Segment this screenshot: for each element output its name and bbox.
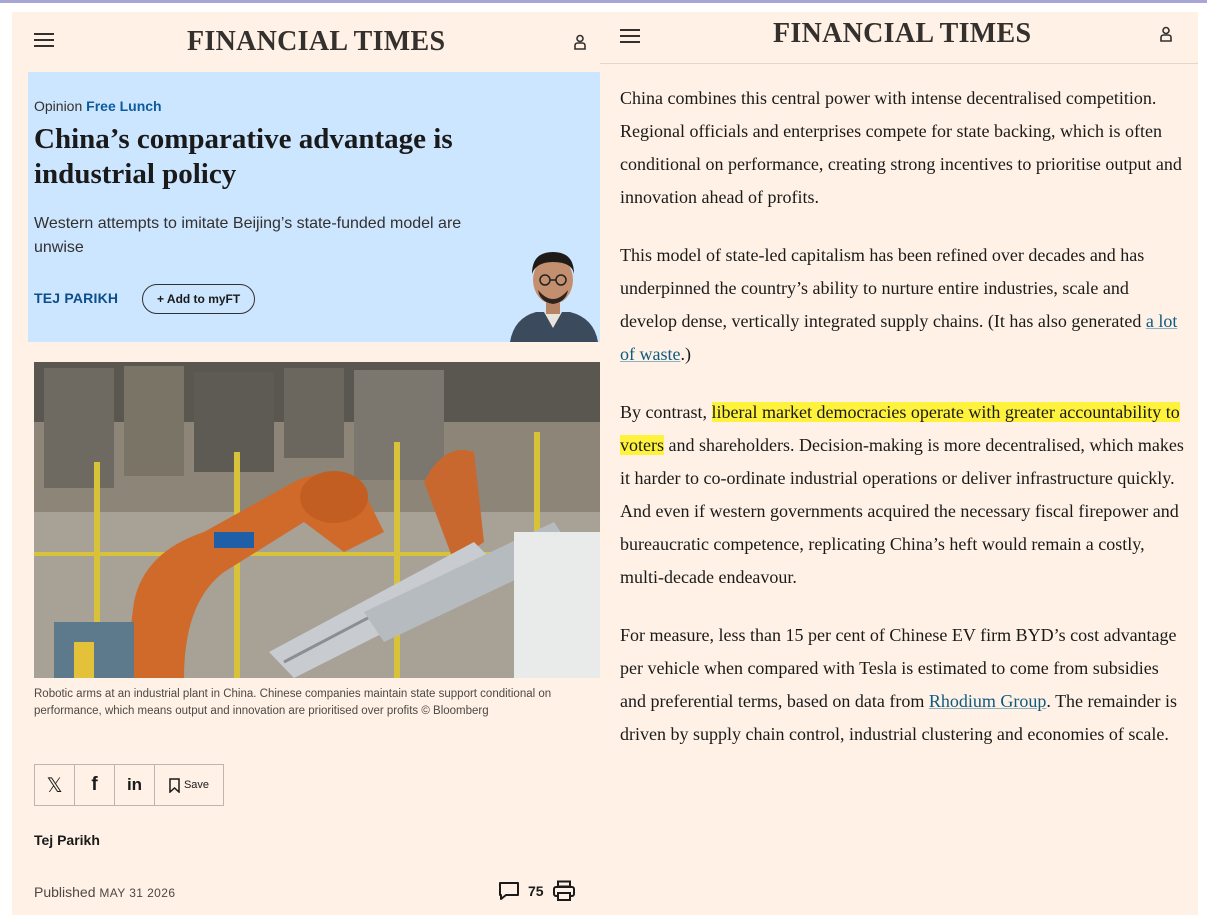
hamburger-menu-icon[interactable] [34, 32, 54, 48]
save-label: Save [183, 779, 210, 791]
ft-header-left: FINANCIAL TIMES [12, 12, 600, 72]
left-screenshot-pane: FINANCIAL TIMES Opinion Free Lunch China… [12, 12, 600, 915]
article-actions: 75 [498, 880, 576, 902]
bookmark-icon [169, 777, 180, 793]
published-date-value: MAY 31 2026 [99, 886, 176, 900]
paragraph-text: By contrast, [620, 402, 712, 422]
right-screenshot-pane: FINANCIAL TIMES China combines this cent… [600, 12, 1198, 915]
section-tag[interactable]: Opinion Free Lunch [34, 98, 162, 114]
article-body: China combines this central power with i… [620, 82, 1188, 776]
photo-caption: Robotic arms at an industrial plant in C… [34, 688, 552, 717]
print-icon[interactable] [552, 880, 576, 902]
article-paragraph: China combines this central power with i… [620, 88, 1182, 207]
section-label: Opinion [34, 98, 83, 114]
window-top-border [0, 0, 1207, 3]
author-link[interactable]: TEJ PARIKH [34, 290, 118, 306]
article-paragraph: For measure, less than 15 per cent of Ch… [620, 619, 1188, 751]
paragraph-text: and shareholders. Decision-making is mor… [620, 435, 1184, 587]
save-article-button[interactable]: Save [155, 765, 223, 805]
article-paragraph: This model of state-led capitalism has b… [620, 239, 1188, 371]
factory-robot-photo [34, 362, 600, 678]
share-toolbar: 𝕏 f in Save [34, 764, 224, 806]
paragraph-text: .) [680, 344, 691, 364]
user-account-icon[interactable] [574, 34, 586, 50]
article-standfirst: Western attempts to imitate Beijing’s st… [34, 215, 462, 256]
paragraph-text: This model of state-led capitalism has b… [620, 245, 1146, 331]
masthead-title[interactable]: FINANCIAL TIMES [773, 18, 1031, 50]
byline-author[interactable]: Tej Parikh [34, 832, 100, 848]
add-to-myft-button[interactable]: + Add to myFT [142, 284, 256, 314]
share-facebook-button[interactable]: f [75, 765, 115, 805]
share-linkedin-button[interactable]: in [115, 765, 155, 805]
article-paragraph: By contrast, liberal market democracies … [620, 396, 1188, 594]
masthead-title[interactable]: FINANCIAL TIMES [187, 26, 445, 58]
author-portrait [510, 252, 598, 342]
article-headline: China’s comparative advantage is industr… [34, 123, 453, 190]
comments-icon[interactable] [498, 881, 520, 901]
series-label[interactable]: Free Lunch [86, 98, 161, 114]
hamburger-menu-icon[interactable] [620, 28, 640, 44]
ft-header-right: FINANCIAL TIMES [600, 12, 1198, 64]
published-label: Published [34, 884, 96, 900]
article-hero: Opinion Free Lunch China’s comparative a… [28, 72, 600, 342]
rhodium-group-link[interactable]: Rhodium Group [929, 691, 1047, 711]
comments-count[interactable]: 75 [528, 883, 544, 899]
share-x-button[interactable]: 𝕏 [35, 765, 75, 805]
published-date: Published MAY 31 2026 [34, 884, 175, 900]
user-account-icon[interactable] [1160, 26, 1172, 42]
